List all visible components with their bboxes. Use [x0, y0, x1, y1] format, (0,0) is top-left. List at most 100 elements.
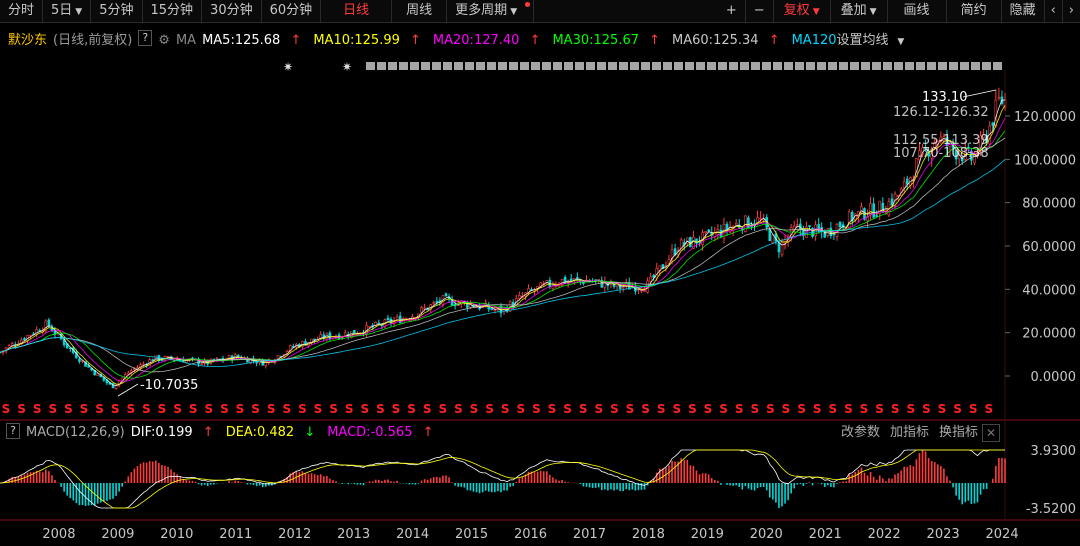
dividend-marker: S	[735, 402, 744, 416]
candlestick	[47, 319, 51, 327]
dividend-marker: S	[563, 402, 572, 416]
event-marker	[520, 62, 529, 70]
dividend-marker: S	[828, 402, 837, 416]
event-marker	[949, 62, 958, 70]
candlestick	[872, 203, 875, 218]
event-marker	[740, 62, 749, 70]
event-marker	[872, 62, 881, 70]
ma60-line	[0, 137, 1006, 373]
dividend-marker: S	[906, 402, 915, 416]
event-marker	[806, 62, 815, 70]
event-marker	[542, 62, 551, 70]
x-tick-label: 2019	[691, 527, 724, 542]
event-marker	[652, 62, 661, 70]
dividend-marker: S	[111, 402, 120, 416]
x-tick-label: 2010	[160, 527, 193, 542]
candlestick	[768, 229, 772, 242]
event-marker	[839, 62, 848, 70]
event-marker	[388, 62, 397, 70]
low-annotation: -10.7035	[140, 378, 198, 393]
dividend-marker: S	[953, 402, 962, 416]
dividend-marker: S	[672, 402, 681, 416]
event-marker	[674, 62, 683, 70]
dividend-marker: S	[220, 402, 229, 416]
event-marker	[476, 62, 485, 70]
dividend-marker: S	[719, 402, 728, 416]
y-tick-label: 80.0000	[1022, 197, 1076, 212]
candlestick	[707, 229, 710, 232]
event-marker	[597, 62, 606, 70]
candlestick	[905, 178, 909, 185]
dividend-marker: S	[251, 402, 260, 416]
candlestick	[126, 372, 130, 375]
dif-line	[0, 449, 1005, 509]
macd-ytick-bottom: -3.5200	[1026, 502, 1076, 517]
stock-chart: 120.0000 100.0000 80.0000 60.0000 40.0000 20.…	[0, 60, 1080, 542]
event-marker	[377, 62, 386, 70]
dividend-marker: S	[641, 402, 650, 416]
dividend-marker: S	[922, 402, 931, 416]
dividend-marker: S	[236, 402, 245, 416]
candlestick	[444, 293, 448, 297]
candlestick	[423, 307, 426, 310]
candlestick	[518, 295, 521, 299]
candlestick	[780, 241, 784, 255]
range-annotation-3: 107.70-108.38	[893, 146, 989, 161]
event-marker	[696, 62, 705, 70]
event-marker	[432, 62, 441, 70]
event-marker	[454, 62, 463, 70]
candlestick	[255, 361, 258, 364]
x-tick-label: 2014	[396, 527, 429, 542]
event-marker	[608, 62, 617, 70]
ma10-line	[0, 104, 1006, 385]
x-tick-label: 2009	[101, 527, 134, 542]
dividend-marker: S	[766, 402, 775, 416]
event-marker	[630, 62, 639, 70]
candlestick	[896, 194, 900, 197]
dividend-marker: S	[173, 402, 182, 416]
dividend-marker: S	[969, 402, 978, 416]
ma30-line	[0, 130, 1006, 379]
dividend-marker: S	[891, 402, 900, 416]
dividend-marker: S	[516, 402, 525, 416]
event-marker	[993, 62, 1002, 70]
event-marker	[971, 62, 980, 70]
event-marker	[982, 62, 991, 70]
dividend-marker: S	[657, 402, 666, 416]
dividend-marker: S	[626, 402, 635, 416]
candlestick	[734, 222, 738, 226]
x-tick-label: 2015	[455, 527, 488, 542]
event-marker	[641, 62, 650, 70]
dividend-marker: S	[860, 402, 869, 416]
event-marker	[938, 62, 947, 70]
y-tick-label: 60.0000	[1022, 240, 1076, 255]
dividend-marker: S	[33, 402, 42, 416]
candlestick	[395, 316, 399, 320]
dividend-marker: S	[95, 402, 104, 416]
dividend-marker: S	[797, 402, 806, 416]
dividend-marker: S	[126, 402, 135, 416]
event-marker	[828, 62, 837, 70]
dividend-marker: S	[360, 402, 369, 416]
high-annotation-leader	[962, 89, 997, 98]
x-tick-label: 2022	[868, 527, 901, 542]
x-tick-label: 2020	[750, 527, 783, 542]
event-marker	[762, 62, 771, 70]
x-tick-label: 2024	[986, 527, 1019, 542]
dividend-marker: S	[392, 402, 401, 416]
dividend-marker: S	[938, 402, 947, 416]
x-tick-label: 2008	[42, 527, 75, 542]
dividend-marker: S	[548, 402, 557, 416]
dividend-marker: S	[501, 402, 510, 416]
dividend-marker: S	[314, 402, 323, 416]
candlestick	[777, 242, 781, 253]
event-marker	[498, 62, 507, 70]
event-marker	[575, 62, 584, 70]
event-marker	[685, 62, 694, 70]
y-tick-label: 120.0000	[1014, 110, 1076, 125]
candlestick	[576, 277, 579, 280]
y-tick-label: 100.0000	[1014, 153, 1076, 168]
macd-ytick-top: 3.9300	[1031, 444, 1077, 459]
dividend-marker: S	[267, 402, 276, 416]
dividend-marker: S	[423, 402, 432, 416]
